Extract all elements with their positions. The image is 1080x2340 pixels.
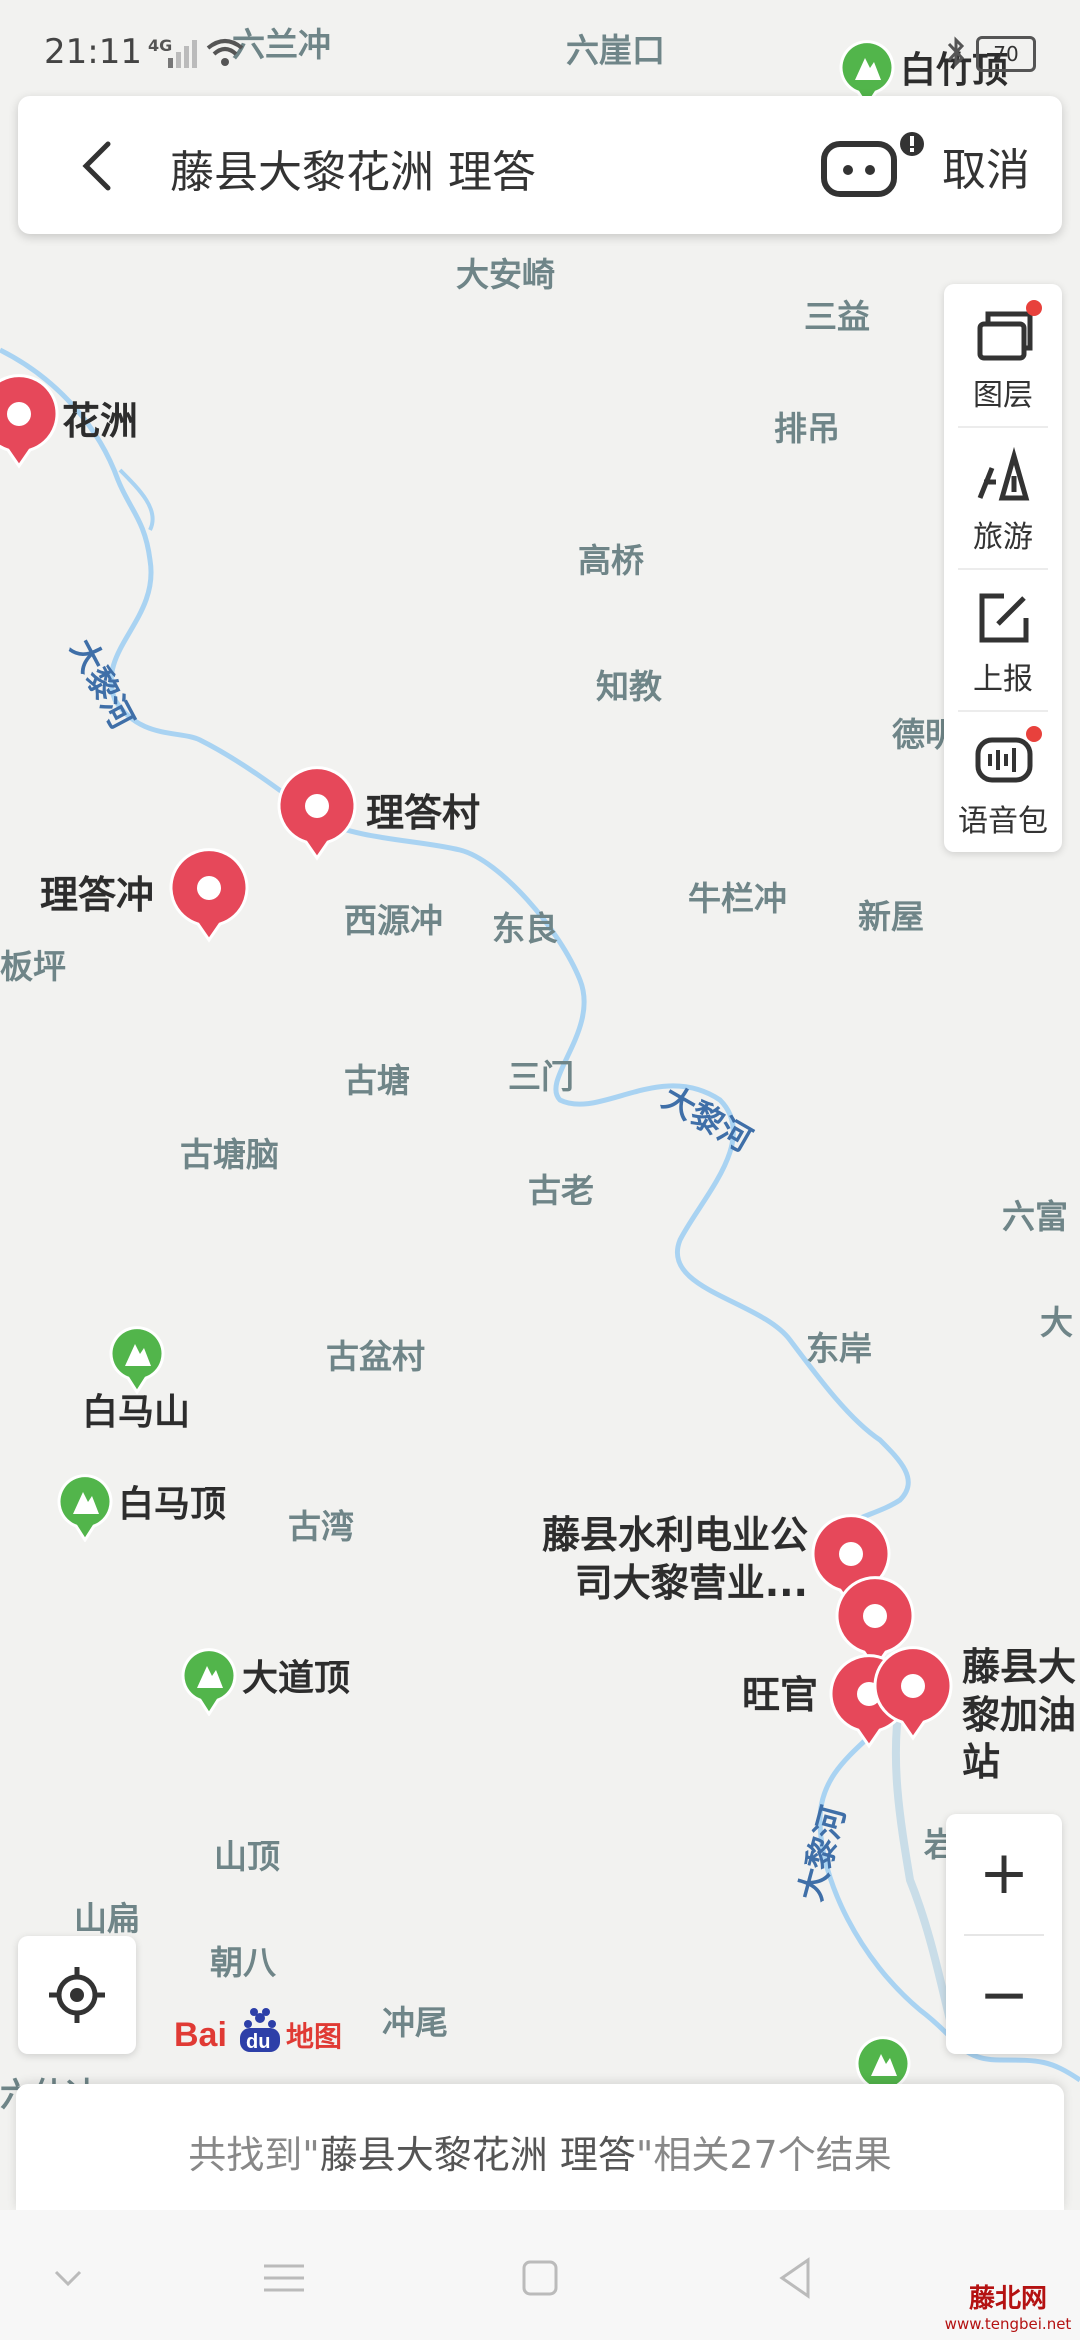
place-label: 新屋 <box>858 897 924 936</box>
place-label: 大 <box>1040 1303 1073 1342</box>
result-poi-label[interactable]: 旺官 <box>742 1672 818 1720</box>
result-poi-label[interactable]: 藤县大黎加油站 <box>962 1644 1080 1787</box>
place-label: 高桥 <box>578 541 644 580</box>
summary-suffix: "相关27个结果 <box>635 2133 892 2177</box>
mountain-icon[interactable] <box>180 1648 238 1716</box>
place-label: 古老 <box>528 1171 594 1210</box>
result-pin[interactable] <box>276 764 358 862</box>
place-label: 山扁 <box>74 1899 140 1938</box>
wifi-icon <box>206 39 244 66</box>
layers-button[interactable]: 图层 <box>944 284 1062 426</box>
voice-pack-icon <box>975 737 1033 783</box>
mountain-label[interactable]: 白马顶 <box>118 1482 226 1527</box>
chevron-down-icon[interactable] <box>40 2250 96 2306</box>
place-label: 板坪 <box>0 947 66 986</box>
voice-pack-label: 语音包 <box>958 804 1048 839</box>
summary-prefix: 共找到" <box>188 2133 320 2177</box>
result-poi-label[interactable]: 藤县水利电业公司大黎营业... <box>520 1512 808 1607</box>
baidu-map-logo: Bai du 地图 <box>174 2008 342 2054</box>
locate-icon <box>49 1967 105 2023</box>
place-label: 古湾 <box>288 1507 354 1546</box>
svg-text:du: du <box>246 2031 270 2053</box>
layers-icon <box>977 311 1033 361</box>
back-triangle-icon[interactable] <box>768 2250 824 2306</box>
place-label: 古塘 <box>344 1061 410 1100</box>
place-label: 牛栏冲 <box>688 879 787 918</box>
signal-icon <box>168 40 197 68</box>
report-button[interactable]: 上报 <box>944 568 1062 710</box>
layers-label: 图层 <box>973 378 1033 413</box>
place-label: 朝八 <box>210 1943 276 1982</box>
place-label: 大安崎 <box>456 255 555 294</box>
summary-query: 藤县大黎花洲 理答 <box>319 2133 636 2177</box>
watermark-name: 藤北网 <box>968 2284 1047 2314</box>
place-label: 冲尾 <box>382 2003 448 2042</box>
place-label: 三益 <box>804 297 870 336</box>
battery-level: 70 <box>976 36 1036 72</box>
place-label: 古盆村 <box>326 1337 425 1376</box>
zoom-control: + − <box>946 1814 1062 2054</box>
place-label: 东岸 <box>806 1329 872 1368</box>
map-tools-panel: 图层 旅游 上报 语音包 <box>944 284 1062 852</box>
place-label: 知教 <box>596 667 662 706</box>
search-query[interactable]: 藤县大黎花洲 理答 <box>170 136 536 200</box>
search-result-summary[interactable]: 共找到"藤县大黎花洲 理答"相关27个结果 <box>16 2084 1064 2210</box>
voice-pack-button[interactable]: 语音包 <box>944 710 1062 852</box>
status-time: 21:11 <box>44 32 142 72</box>
result-poi-label[interactable]: 理答冲 <box>40 872 154 920</box>
travel-button[interactable]: 旅游 <box>944 426 1062 568</box>
search-bar[interactable]: 藤县大黎花洲 理答 取消 <box>18 96 1062 234</box>
svg-text:Bai: Bai <box>174 2016 227 2054</box>
report-label: 上报 <box>973 662 1033 697</box>
place-label: 东良 <box>492 909 558 948</box>
place-label: 西源冲 <box>344 901 443 940</box>
notification-dot <box>1026 300 1042 316</box>
menu-icon[interactable] <box>256 2250 312 2306</box>
home-square-icon[interactable] <box>512 2250 568 2306</box>
result-poi-label[interactable]: 理答村 <box>366 790 480 838</box>
place-label: 山顶 <box>214 1837 280 1876</box>
site-watermark: 藤北网 www.tengbei.net <box>944 2278 1072 2334</box>
place-label: 六富 <box>1002 1197 1068 1236</box>
result-pin[interactable] <box>872 1644 954 1742</box>
travel-label: 旅游 <box>973 520 1033 555</box>
travel-icon <box>977 446 1030 501</box>
place-label: 排吊 <box>774 409 840 448</box>
notification-dot <box>1026 726 1042 742</box>
svg-text:地图: 地图 <box>286 2020 342 2053</box>
result-poi-label[interactable]: 花洲 <box>62 398 138 446</box>
place-label: 古塘脑 <box>180 1135 279 1174</box>
locate-me-button[interactable] <box>18 1936 136 2054</box>
result-summary-text: 共找到"藤县大黎花洲 理答"相关27个结果 <box>16 2124 1064 2179</box>
watermark-url: www.tengbei.net <box>944 2315 1072 2333</box>
voice-assistant-icon[interactable] <box>818 130 928 200</box>
bluetooth-icon <box>947 36 965 68</box>
mountain-label[interactable]: 大道顶 <box>242 1656 350 1701</box>
back-arrow-icon[interactable] <box>70 136 130 196</box>
system-nav-bar <box>0 2210 1080 2340</box>
zoom-in-button[interactable]: + <box>946 1814 1062 1932</box>
mountain-label[interactable]: 白马山 <box>82 1390 190 1435</box>
map-canvas[interactable]: 六兰冲 六崖口 大安崎 三益 排吊 高桥 知教 德明 牛栏冲 新屋 西源冲 东良… <box>0 0 1080 2340</box>
mountain-icon[interactable] <box>56 1474 114 1542</box>
report-edit-icon <box>979 593 1029 643</box>
status-bar: 21:11 4G 70 <box>0 0 1080 90</box>
place-label: 三门 <box>508 1057 574 1096</box>
river-dali <box>0 347 1080 2083</box>
zoom-out-button[interactable]: − <box>946 1936 1062 2054</box>
result-pin[interactable] <box>0 372 60 470</box>
mountain-icon[interactable] <box>108 1326 166 1394</box>
cancel-button[interactable]: 取消 <box>942 134 1030 198</box>
result-pin[interactable] <box>168 846 250 944</box>
